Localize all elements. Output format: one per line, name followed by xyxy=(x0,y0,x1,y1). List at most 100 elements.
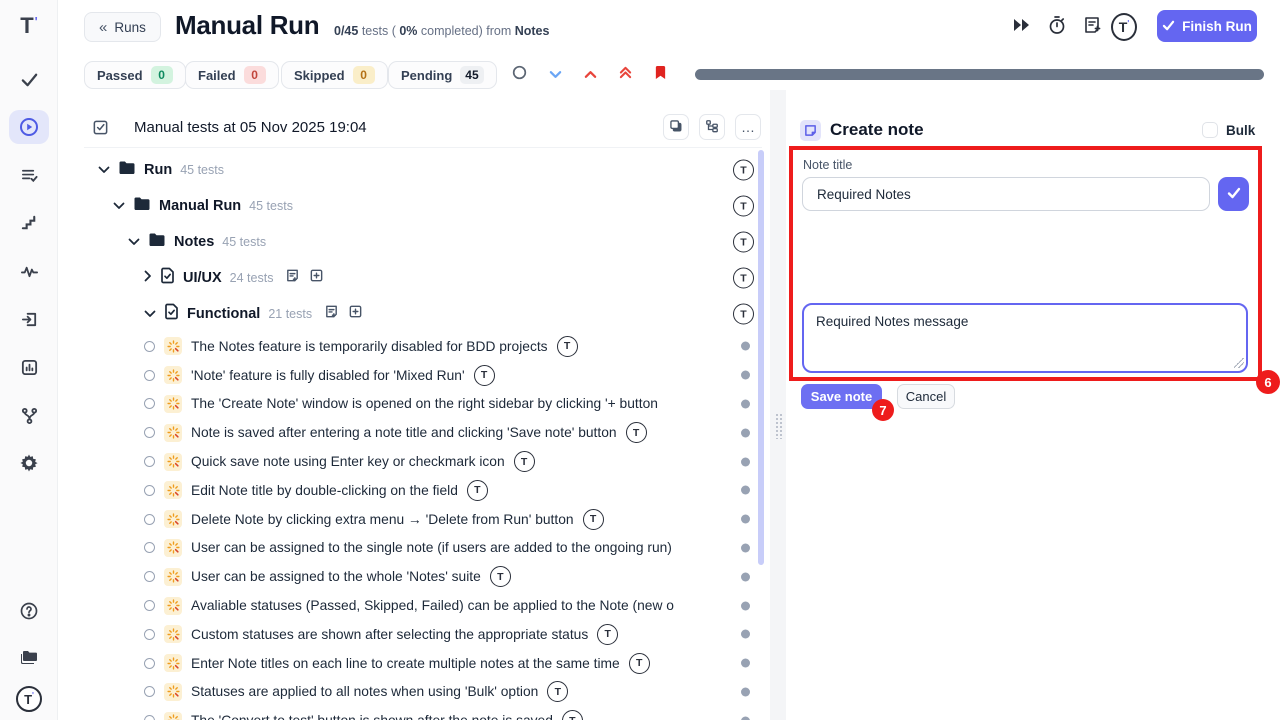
t-logo-badge[interactable] xyxy=(733,196,754,217)
chevron-down-icon[interactable] xyxy=(98,161,110,179)
fast-forward-button[interactable] xyxy=(1008,14,1034,40)
add-note-icon[interactable] xyxy=(285,268,300,288)
add-test-icon[interactable] xyxy=(309,268,324,288)
test-status-radio[interactable] xyxy=(144,398,155,409)
sidebar-item-plans[interactable] xyxy=(9,158,49,192)
test-status-radio[interactable] xyxy=(144,715,155,720)
suite-label[interactable]: Functional xyxy=(187,306,260,322)
add-note-button[interactable] xyxy=(1079,14,1105,40)
test-menu-dot[interactable] xyxy=(741,486,750,495)
test-row[interactable]: Edit Note title by double-clicking on th… xyxy=(84,476,760,505)
test-row[interactable]: Statuses are applied to all notes when u… xyxy=(84,678,760,707)
test-status-radio[interactable] xyxy=(144,341,155,352)
back-to-runs-button[interactable]: « Runs xyxy=(84,12,161,42)
test-title[interactable]: The 'Convert to test' button is shown af… xyxy=(191,713,553,720)
test-row[interactable]: Enter Note titles on each line to create… xyxy=(84,649,760,678)
filter-chip[interactable]: Failed 0 xyxy=(185,61,279,89)
test-title[interactable]: Edit Note title by double-clicking on th… xyxy=(191,483,458,498)
test-menu-dot[interactable] xyxy=(741,457,750,466)
add-test-icon[interactable] xyxy=(348,304,363,324)
t-logo-badge[interactable] xyxy=(733,160,754,181)
test-title[interactable]: The Notes feature is temporarily disable… xyxy=(191,339,548,354)
sidebar-item-steps[interactable] xyxy=(9,206,49,240)
chevron-down-icon[interactable] xyxy=(144,305,156,323)
test-row[interactable]: 'Note' feature is fully disabled for 'Mi… xyxy=(84,361,760,390)
test-row[interactable]: The 'Create Note' window is opened on th… xyxy=(84,390,760,419)
bookmark-filter-button[interactable] xyxy=(649,64,671,86)
test-status-radio[interactable] xyxy=(144,485,155,496)
sidebar-item-tests[interactable] xyxy=(9,62,49,96)
note-message-textarea[interactable]: Required Notes message xyxy=(802,303,1248,373)
note-tag[interactable] xyxy=(862,267,886,290)
test-menu-dot[interactable] xyxy=(741,659,750,668)
t-logo-badge[interactable] xyxy=(597,624,618,645)
t-logo-badge[interactable] xyxy=(733,268,754,289)
suite-row[interactable]: Run 45 tests xyxy=(84,152,760,188)
sidebar-item-analytics[interactable] xyxy=(9,350,49,384)
test-menu-dot[interactable] xyxy=(741,687,750,696)
sidebar-item-activity[interactable] xyxy=(9,254,49,288)
filter-chip[interactable]: Passed 0 xyxy=(84,61,186,89)
test-row[interactable]: User can be assigned to the single note … xyxy=(84,534,760,563)
test-title[interactable]: Quick save note using Enter key or check… xyxy=(191,454,505,469)
test-row[interactable]: Avaliable statuses (Passed, Skipped, Fai… xyxy=(84,591,760,620)
collapse-all-button[interactable] xyxy=(614,64,636,86)
test-row[interactable]: Quick save note using Enter key or check… xyxy=(84,447,760,476)
note-title-input[interactable] xyxy=(802,177,1210,211)
test-menu-dot[interactable] xyxy=(741,342,750,351)
t-logo-badge[interactable] xyxy=(467,480,488,501)
test-status-radio[interactable] xyxy=(144,456,155,467)
t-logo-badge[interactable] xyxy=(733,304,754,325)
test-title[interactable]: User can be assigned to the single note … xyxy=(191,540,672,555)
bulk-checkbox[interactable] xyxy=(1202,122,1218,138)
test-menu-dot[interactable] xyxy=(741,399,750,408)
test-title[interactable]: Note is saved after entering a note titl… xyxy=(191,425,617,440)
test-status-radio[interactable] xyxy=(144,658,155,669)
test-status-radio[interactable] xyxy=(144,370,155,381)
test-title[interactable]: User can be assigned to the whole 'Notes… xyxy=(191,569,481,584)
tree-view-button[interactable] xyxy=(699,114,725,140)
test-status-radio[interactable] xyxy=(144,629,155,640)
sidebar-item-runs[interactable] xyxy=(9,110,49,144)
filter-chip[interactable]: Skipped 0 xyxy=(281,61,388,89)
bulk-toggle[interactable]: Bulk xyxy=(1202,122,1255,138)
test-menu-dot[interactable] xyxy=(741,515,750,524)
collapse-button[interactable] xyxy=(579,64,601,86)
note-tag[interactable] xyxy=(832,267,856,290)
run-logo-button[interactable]: T' xyxy=(1111,14,1137,40)
test-status-radio[interactable] xyxy=(144,427,155,438)
test-title[interactable]: Avaliable statuses (Passed, Skipped, Fai… xyxy=(191,598,674,613)
test-status-radio[interactable] xyxy=(144,686,155,697)
add-note-icon[interactable] xyxy=(324,304,339,324)
projects-button[interactable] xyxy=(9,640,49,674)
test-row[interactable]: The Notes feature is temporarily disable… xyxy=(84,332,760,361)
suite-label[interactable]: Run xyxy=(144,162,172,178)
t-logo-badge[interactable] xyxy=(733,232,754,253)
test-title[interactable]: The 'Create Note' window is opened on th… xyxy=(191,396,658,411)
test-title[interactable]: 'Note' feature is fully disabled for 'Mi… xyxy=(191,368,465,383)
chevron-down-icon[interactable] xyxy=(113,197,125,215)
cancel-button[interactable]: Cancel xyxy=(897,384,955,409)
t-logo-badge[interactable] xyxy=(626,422,647,443)
suite-row[interactable]: UI/UX 24 tests xyxy=(84,260,760,296)
timer-button[interactable] xyxy=(1044,14,1070,40)
suite-row[interactable]: Notes 45 tests xyxy=(84,224,760,260)
test-title[interactable]: Custom statuses are shown after selectin… xyxy=(191,627,588,642)
account-logo-button[interactable]: T' xyxy=(16,686,42,712)
quick-save-button[interactable] xyxy=(1218,177,1249,211)
test-row[interactable]: Note is saved after entering a note titl… xyxy=(84,418,760,447)
test-row[interactable]: Delete Note by clicking extra menu → 'De… xyxy=(84,505,760,534)
chevron-right-icon[interactable] xyxy=(144,269,152,287)
t-logo-badge[interactable] xyxy=(474,365,495,386)
t-logo-badge[interactable] xyxy=(629,653,650,674)
test-title[interactable]: Statuses are applied to all notes when u… xyxy=(191,684,538,699)
suite-label[interactable]: UI/UX xyxy=(183,270,222,286)
test-row[interactable]: User can be assigned to the whole 'Notes… xyxy=(84,562,760,591)
save-note-button[interactable]: Save note xyxy=(801,384,882,409)
test-menu-dot[interactable] xyxy=(741,543,750,552)
suite-row[interactable]: Functional 21 tests xyxy=(84,296,760,332)
t-logo-badge[interactable] xyxy=(514,451,535,472)
suite-row[interactable]: Manual Run 45 tests xyxy=(84,188,760,224)
panel-resize-handle[interactable] xyxy=(775,413,783,439)
sidebar-item-settings[interactable] xyxy=(9,446,49,480)
